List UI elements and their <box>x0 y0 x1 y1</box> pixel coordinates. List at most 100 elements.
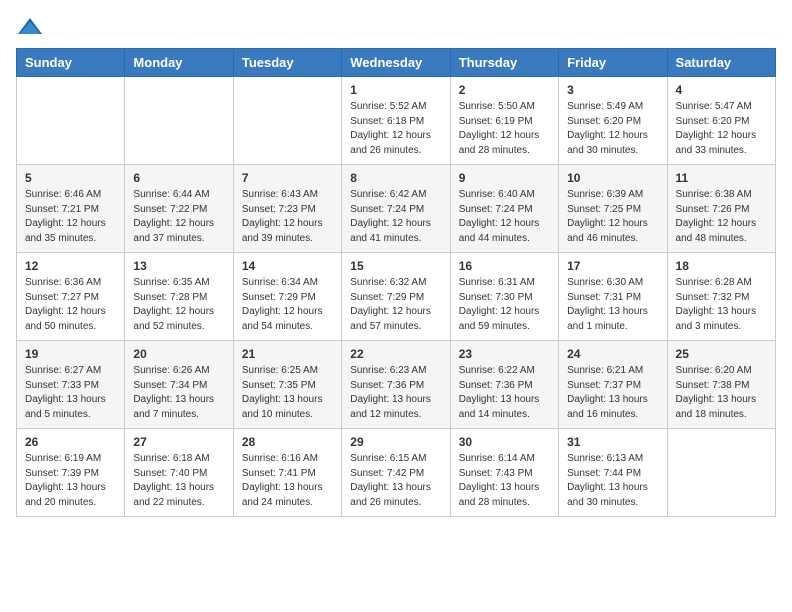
day-number: 5 <box>25 171 116 185</box>
day-number: 12 <box>25 259 116 273</box>
day-cell: 6 Sunrise: 6:44 AM Sunset: 7:22 PM Daylig… <box>125 165 233 253</box>
day-info: Sunrise: 6:36 AM Sunset: 7:27 PM Dayligh… <box>25 276 116 334</box>
day-cell <box>125 77 233 165</box>
day-cell: 20 Sunrise: 6:26 AM Sunset: 7:34 PM Dayli… <box>125 341 233 429</box>
day-number: 9 <box>459 171 550 185</box>
day-number: 8 <box>350 171 441 185</box>
day-info: Sunrise: 5:49 AM Sunset: 6:20 PM Dayligh… <box>567 100 658 158</box>
day-cell: 13Sunrise: 6:35 AM Sunset: 7:28 PM Dayli… <box>125 253 233 341</box>
day-info: Sunrise: 6:13 AM Sunset: 7:44 PM Dayligh… <box>567 452 658 510</box>
day-info: Sunrise: 6:42 AM Sunset: 7:24 PM Dayligh… <box>350 188 441 246</box>
day-info: Sunrise: 6:38 AM Sunset: 7:26 PM Dayligh… <box>676 188 767 246</box>
day-cell: 27Sunrise: 6:18 AM Sunset: 7:40 PM Dayli… <box>125 429 233 517</box>
day-cell: 29 Sunrise: 6:15 AM Sunset: 7:42 PM Dayli… <box>342 429 450 517</box>
day-number: 20 <box>133 347 224 361</box>
day-info: Sunrise: 5:52 AM Sunset: 6:18 PM Dayligh… <box>350 100 441 158</box>
logo-icon <box>16 16 44 38</box>
day-number: 18 <box>676 259 767 273</box>
day-cell <box>17 77 125 165</box>
week-row-2: 5Sunrise: 6:46 AM Sunset: 7:21 PM Daylig… <box>17 165 776 253</box>
day-cell: 16 Sunrise: 6:31 AM Sunset: 7:30 PM Dayli… <box>450 253 558 341</box>
week-row-3: 12 Sunrise: 6:36 AM Sunset: 7:27 PM Dayli… <box>17 253 776 341</box>
day-cell: 14 Sunrise: 6:34 AM Sunset: 7:29 PM Dayli… <box>233 253 341 341</box>
week-row-1: 1 Sunrise: 5:52 AM Sunset: 6:18 PM Daylig… <box>17 77 776 165</box>
day-cell: 10 Sunrise: 6:39 AM Sunset: 7:25 PM Dayli… <box>559 165 667 253</box>
day-info: Sunrise: 6:15 AM Sunset: 7:42 PM Dayligh… <box>350 452 441 510</box>
calendar-body: 1 Sunrise: 5:52 AM Sunset: 6:18 PM Daylig… <box>17 77 776 517</box>
day-info: Sunrise: 6:26 AM Sunset: 7:34 PM Dayligh… <box>133 364 224 422</box>
day-info: Sunrise: 6:27 AM Sunset: 7:33 PM Dayligh… <box>25 364 116 422</box>
day-info: Sunrise: 6:31 AM Sunset: 7:30 PM Dayligh… <box>459 276 550 334</box>
calendar-header: SundayMondayTuesdayWednesdayThursdayFrid… <box>17 49 776 77</box>
day-info: Sunrise: 6:25 AM Sunset: 7:35 PM Dayligh… <box>242 364 333 422</box>
day-number: 28 <box>242 435 333 449</box>
day-header-saturday: Saturday <box>667 49 775 77</box>
day-number: 17 <box>567 259 658 273</box>
day-info: Sunrise: 6:34 AM Sunset: 7:29 PM Dayligh… <box>242 276 333 334</box>
day-cell <box>233 77 341 165</box>
logo-container <box>16 16 48 38</box>
day-info: Sunrise: 6:18 AM Sunset: 7:40 PM Dayligh… <box>133 452 224 510</box>
day-number: 16 <box>459 259 550 273</box>
day-number: 14 <box>242 259 333 273</box>
day-number: 7 <box>242 171 333 185</box>
day-cell: 31Sunrise: 6:13 AM Sunset: 7:44 PM Dayli… <box>559 429 667 517</box>
day-header-monday: Monday <box>125 49 233 77</box>
day-cell: 25 Sunrise: 6:20 AM Sunset: 7:38 PM Dayli… <box>667 341 775 429</box>
day-info: Sunrise: 6:44 AM Sunset: 7:22 PM Dayligh… <box>133 188 224 246</box>
day-number: 1 <box>350 83 441 97</box>
day-header-thursday: Thursday <box>450 49 558 77</box>
calendar-table: SundayMondayTuesdayWednesdayThursdayFrid… <box>16 48 776 517</box>
day-number: 26 <box>25 435 116 449</box>
day-info: Sunrise: 6:16 AM Sunset: 7:41 PM Dayligh… <box>242 452 333 510</box>
day-cell: 1 Sunrise: 5:52 AM Sunset: 6:18 PM Daylig… <box>342 77 450 165</box>
day-cell: 15Sunrise: 6:32 AM Sunset: 7:29 PM Dayli… <box>342 253 450 341</box>
day-cell: 30 Sunrise: 6:14 AM Sunset: 7:43 PM Dayli… <box>450 429 558 517</box>
day-cell: 9 Sunrise: 6:40 AM Sunset: 7:24 PM Daylig… <box>450 165 558 253</box>
day-number: 30 <box>459 435 550 449</box>
day-cell: 17Sunrise: 6:30 AM Sunset: 7:31 PM Dayli… <box>559 253 667 341</box>
day-cell: 19 Sunrise: 6:27 AM Sunset: 7:33 PM Dayli… <box>17 341 125 429</box>
day-number: 25 <box>676 347 767 361</box>
day-number: 29 <box>350 435 441 449</box>
day-cell: 8 Sunrise: 6:42 AM Sunset: 7:24 PM Daylig… <box>342 165 450 253</box>
day-info: Sunrise: 5:47 AM Sunset: 6:20 PM Dayligh… <box>676 100 767 158</box>
day-info: Sunrise: 6:22 AM Sunset: 7:36 PM Dayligh… <box>459 364 550 422</box>
day-info: Sunrise: 6:20 AM Sunset: 7:38 PM Dayligh… <box>676 364 767 422</box>
day-header-friday: Friday <box>559 49 667 77</box>
day-header-tuesday: Tuesday <box>233 49 341 77</box>
logo <box>16 16 48 38</box>
day-info: Sunrise: 6:39 AM Sunset: 7:25 PM Dayligh… <box>567 188 658 246</box>
day-cell: 3 Sunrise: 5:49 AM Sunset: 6:20 PM Daylig… <box>559 77 667 165</box>
day-number: 10 <box>567 171 658 185</box>
day-info: Sunrise: 5:50 AM Sunset: 6:19 PM Dayligh… <box>459 100 550 158</box>
day-number: 11 <box>676 171 767 185</box>
day-number: 22 <box>350 347 441 361</box>
page-header <box>16 16 776 38</box>
day-info: Sunrise: 6:21 AM Sunset: 7:37 PM Dayligh… <box>567 364 658 422</box>
day-cell: 2Sunrise: 5:50 AM Sunset: 6:19 PM Daylig… <box>450 77 558 165</box>
day-cell: 24Sunrise: 6:21 AM Sunset: 7:37 PM Dayli… <box>559 341 667 429</box>
day-number: 15 <box>350 259 441 273</box>
week-row-5: 26 Sunrise: 6:19 AM Sunset: 7:39 PM Dayli… <box>17 429 776 517</box>
day-info: Sunrise: 6:43 AM Sunset: 7:23 PM Dayligh… <box>242 188 333 246</box>
day-cell: 4 Sunrise: 5:47 AM Sunset: 6:20 PM Daylig… <box>667 77 775 165</box>
day-info: Sunrise: 6:23 AM Sunset: 7:36 PM Dayligh… <box>350 364 441 422</box>
day-cell: 28 Sunrise: 6:16 AM Sunset: 7:41 PM Dayli… <box>233 429 341 517</box>
day-info: Sunrise: 6:14 AM Sunset: 7:43 PM Dayligh… <box>459 452 550 510</box>
day-cell: 23 Sunrise: 6:22 AM Sunset: 7:36 PM Dayli… <box>450 341 558 429</box>
day-header-sunday: Sunday <box>17 49 125 77</box>
day-number: 21 <box>242 347 333 361</box>
day-info: Sunrise: 6:19 AM Sunset: 7:39 PM Dayligh… <box>25 452 116 510</box>
day-info: Sunrise: 6:40 AM Sunset: 7:24 PM Dayligh… <box>459 188 550 246</box>
day-number: 3 <box>567 83 658 97</box>
day-number: 4 <box>676 83 767 97</box>
day-cell: 7 Sunrise: 6:43 AM Sunset: 7:23 PM Daylig… <box>233 165 341 253</box>
day-number: 23 <box>459 347 550 361</box>
day-cell: 26 Sunrise: 6:19 AM Sunset: 7:39 PM Dayli… <box>17 429 125 517</box>
day-cell: 11 Sunrise: 6:38 AM Sunset: 7:26 PM Dayli… <box>667 165 775 253</box>
day-number: 6 <box>133 171 224 185</box>
day-number: 19 <box>25 347 116 361</box>
day-cell: 21 Sunrise: 6:25 AM Sunset: 7:35 PM Dayli… <box>233 341 341 429</box>
day-number: 13 <box>133 259 224 273</box>
